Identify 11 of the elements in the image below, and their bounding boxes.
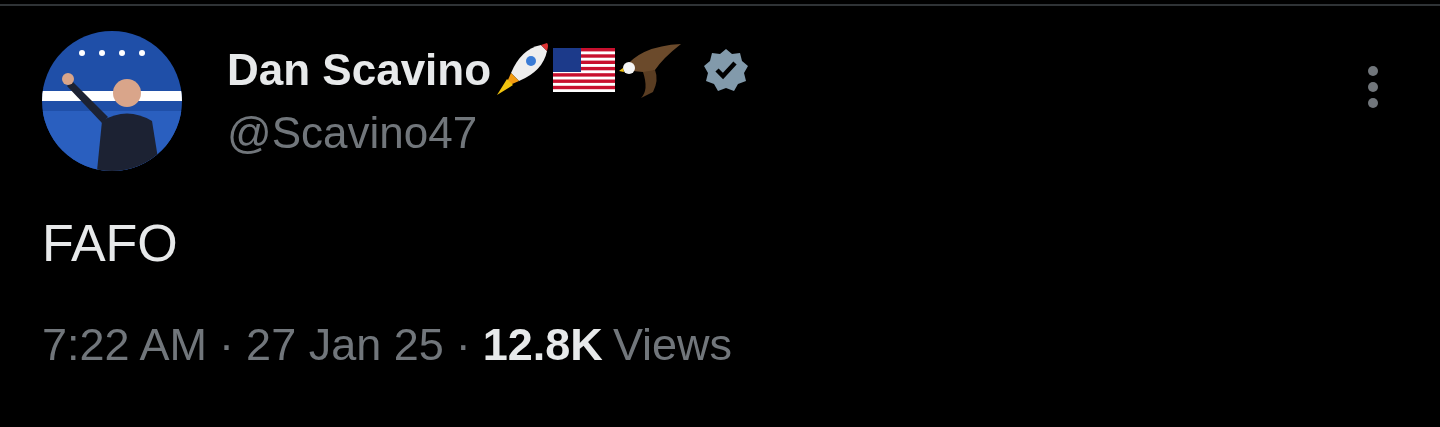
separator: ·: [455, 319, 471, 371]
user-handle[interactable]: @Scavino47: [227, 103, 1366, 163]
views-count: 12.8K: [482, 319, 603, 371]
separator: ·: [219, 319, 235, 371]
display-name[interactable]: Dan Scavino: [227, 45, 492, 95]
more-options-icon[interactable]: [1366, 65, 1380, 109]
tweet-text: FAFO: [42, 213, 179, 274]
post-time[interactable]: 7:22 AM: [42, 319, 208, 371]
flag-icon: [553, 48, 616, 92]
views-label: Views: [612, 319, 733, 371]
post-date[interactable]: 27 Jan 25: [246, 319, 444, 371]
